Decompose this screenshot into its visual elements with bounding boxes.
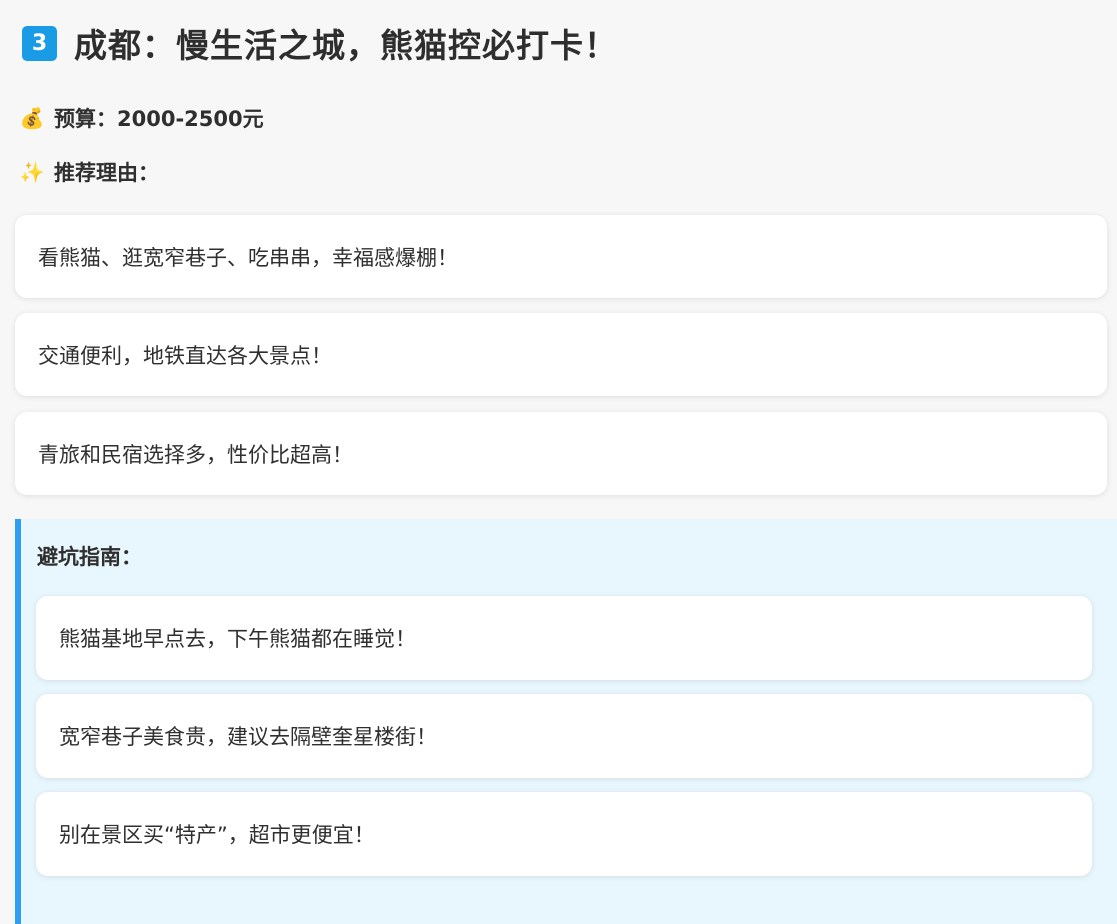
reason-text: 看熊猫、逛宽窄巷子、吃串串，幸福感爆棚！ [38,245,458,270]
reason-text: 青旅和民宿选择多，性价比超高！ [38,442,353,467]
reasons-label: 推荐理由： [54,161,159,185]
guide-title: 避坑指南： [37,545,142,569]
budget-text: 预算：2000-2500元 [54,107,264,131]
guide-text: 熊猫基地早点去，下午熊猫都在睡觉！ [59,627,416,651]
guide-card: 宽窄巷子美食贵，建议去隔壁奎星楼街！ [36,694,1092,778]
guide-card: 熊猫基地早点去，下午熊猫都在睡觉！ [36,596,1092,680]
reason-card: 交通便利，地铁直达各大景点！ [15,313,1107,396]
reason-text: 交通便利，地铁直达各大景点！ [38,343,332,368]
number-badge: 3 [22,25,57,61]
avoid-pitfalls-guide: 避坑指南： 熊猫基地早点去，下午熊猫都在睡觉！ 宽窄巷子美食贵，建议去隔壁奎星楼… [15,519,1117,924]
section-heading: 3 成都：慢生活之城，熊猫控必打卡！ [22,18,618,68]
reason-card: 青旅和民宿选择多，性价比超高！ [15,412,1107,495]
reasons-heading: ✨ 推荐理由： [18,154,159,190]
reason-card: 看熊猫、逛宽窄巷子、吃串串，幸福感爆棚！ [15,215,1107,298]
guide-card: 别在景区买“特产”，超市更便宜！ [36,792,1092,876]
page-title: 成都：慢生活之城，熊猫控必打卡！ [74,26,618,65]
guide-text: 别在景区买“特产”，超市更便宜！ [59,823,375,847]
guide-text: 宽窄巷子美食贵，建议去隔壁奎星楼街！ [59,725,437,749]
budget-row: 💰 预算：2000-2500元 [18,100,264,136]
sparkles-icon: ✨ [19,160,45,184]
money-bag-icon: 💰 [19,106,45,130]
